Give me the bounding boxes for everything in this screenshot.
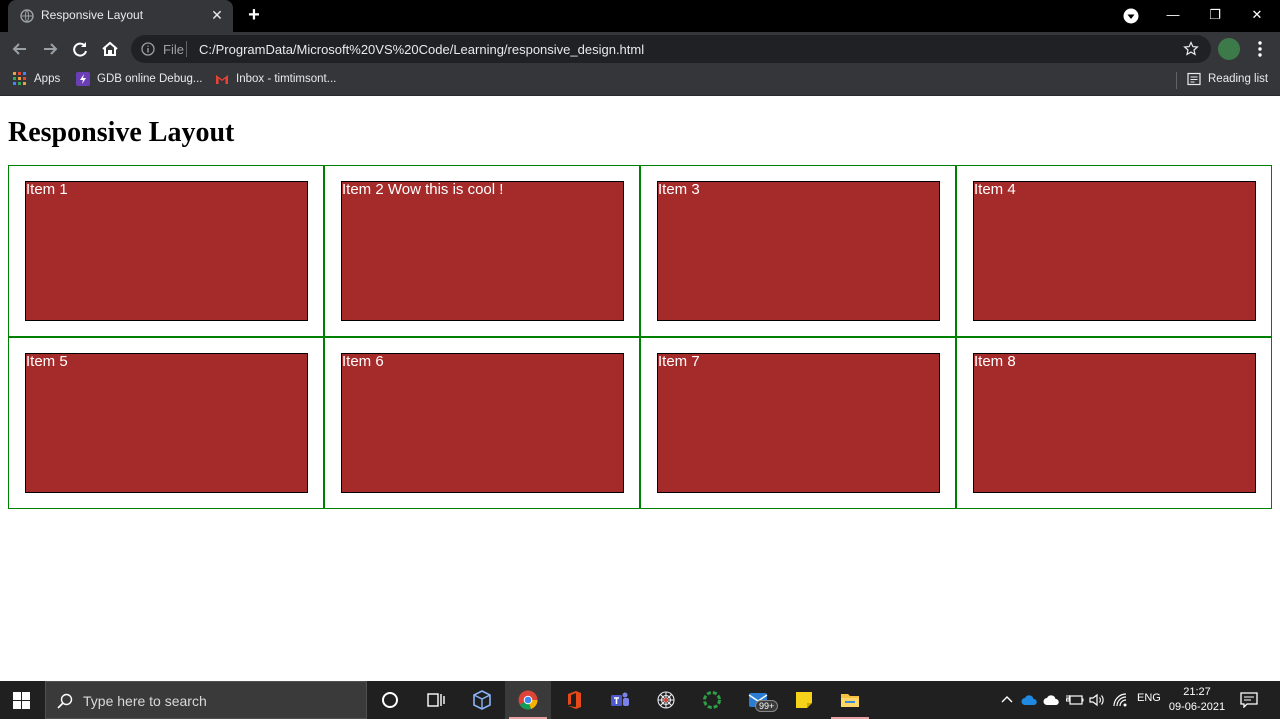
green-ring-icon bbox=[703, 691, 721, 709]
grid-cell-7: Item 7 bbox=[640, 337, 956, 509]
grid-cell-1: Item 1 bbox=[8, 165, 324, 337]
grid-cell-2: Item 2 Wow this is cool ! bbox=[324, 165, 640, 337]
taskbar-app-circle[interactable] bbox=[689, 681, 735, 719]
address-bar[interactable]: File C:/ProgramData/Microsoft%20VS%20Cod… bbox=[131, 35, 1211, 63]
bookmark-star-icon[interactable] bbox=[1183, 41, 1199, 57]
info-icon[interactable] bbox=[141, 42, 155, 56]
grid-cell-5: Item 5 bbox=[8, 337, 324, 509]
new-tab-button[interactable]: + bbox=[243, 4, 265, 26]
cube-icon bbox=[473, 690, 491, 710]
item-label: Item 4 bbox=[974, 181, 1016, 198]
tab-title: Responsive Layout bbox=[41, 8, 144, 22]
item-label: Item 7 bbox=[658, 353, 700, 370]
battery-icon[interactable] bbox=[1066, 693, 1084, 707]
item-box: Item 1 bbox=[25, 181, 308, 321]
item-box: Item 7 bbox=[657, 353, 940, 493]
item-box: Item 8 bbox=[973, 353, 1256, 493]
cortana-circle-icon bbox=[382, 692, 398, 708]
sticky-note-icon bbox=[796, 692, 812, 708]
reading-list-button[interactable]: Reading list bbox=[1187, 72, 1268, 88]
bookmark-gdb[interactable]: GDB online Debug... bbox=[76, 72, 202, 88]
task-view-button[interactable] bbox=[413, 681, 459, 719]
search-icon bbox=[57, 693, 73, 709]
item-label: Item 2 Wow this is cool ! bbox=[342, 181, 504, 198]
home-icon[interactable] bbox=[99, 38, 121, 60]
chrome-icon bbox=[518, 690, 538, 710]
restore-button[interactable]: ❐ bbox=[1192, 0, 1238, 30]
reload-icon[interactable] bbox=[69, 38, 91, 60]
language-indicator[interactable]: ENG bbox=[1137, 692, 1161, 704]
grid-cell-6: Item 6 bbox=[324, 337, 640, 509]
office-icon bbox=[568, 691, 581, 709]
speaker-icon[interactable] bbox=[1089, 693, 1105, 707]
grid-cell-4: Item 4 bbox=[956, 165, 1272, 337]
taskbar-app-chrome[interactable] bbox=[505, 681, 551, 719]
browser-titlebar: Responsive Layout ✕ + — ❐ ✕ bbox=[0, 0, 1280, 32]
taskbar-app-spider[interactable] bbox=[643, 681, 689, 719]
item-label: Item 5 bbox=[26, 353, 68, 370]
cloud-icon[interactable] bbox=[1043, 694, 1060, 706]
globe-icon bbox=[20, 9, 34, 23]
download-circle-icon[interactable] bbox=[1123, 8, 1139, 24]
more-options-icon[interactable] bbox=[1252, 40, 1268, 58]
item-grid: Item 1 Item 2 Wow this is cool ! Item 3 … bbox=[8, 165, 1272, 509]
taskbar-app-mail[interactable]: 99+ bbox=[735, 681, 781, 719]
apps-grid-icon bbox=[13, 72, 26, 85]
teams-icon bbox=[611, 692, 629, 706]
forward-arrow-icon[interactable] bbox=[39, 38, 61, 60]
item-label: Item 3 bbox=[658, 181, 700, 198]
reading-list-icon bbox=[1187, 72, 1201, 86]
taskbar-app-file-explorer[interactable] bbox=[827, 681, 873, 719]
clock-time: 21:27 bbox=[1183, 686, 1211, 698]
bookmarks-bar: Apps GDB online Debug... Inbox - timtims… bbox=[0, 65, 1280, 96]
item-box: Item 6 bbox=[341, 353, 624, 493]
taskbar-app-virtualbox[interactable] bbox=[459, 681, 505, 719]
scheme-label: File bbox=[163, 42, 184, 57]
item-box: Item 4 bbox=[973, 181, 1256, 321]
taskbar-app-office[interactable] bbox=[551, 681, 597, 719]
taskbar-clock[interactable]: 21:27 09-06-2021 bbox=[1168, 685, 1226, 715]
wifi-icon[interactable] bbox=[1113, 693, 1129, 707]
gdb-icon bbox=[76, 72, 90, 86]
grid-cell-8: Item 8 bbox=[956, 337, 1272, 509]
taskbar-app-sticky-notes[interactable] bbox=[781, 681, 827, 719]
bookmark-apps[interactable]: Apps bbox=[13, 72, 60, 88]
item-label: Item 6 bbox=[342, 353, 384, 370]
close-window-button[interactable]: ✕ bbox=[1234, 0, 1280, 30]
chevron-up-icon[interactable] bbox=[1001, 694, 1013, 706]
browser-tab[interactable]: Responsive Layout ✕ bbox=[8, 0, 233, 32]
tab-close-icon[interactable]: ✕ bbox=[208, 6, 226, 24]
grid-cell-3: Item 3 bbox=[640, 165, 956, 337]
bookmarks-divider bbox=[1176, 72, 1177, 89]
omnibox-divider bbox=[186, 41, 187, 57]
taskbar-search-box[interactable]: Type here to search bbox=[45, 681, 367, 719]
spider-web-icon bbox=[657, 691, 675, 709]
taskbar-app-teams[interactable] bbox=[597, 681, 643, 719]
url-text[interactable]: C:/ProgramData/Microsoft%20VS%20Code/Lea… bbox=[199, 42, 644, 57]
profile-avatar[interactable] bbox=[1218, 38, 1240, 60]
item-label: Item 1 bbox=[26, 181, 68, 198]
cortana-button[interactable] bbox=[367, 681, 413, 719]
item-box: Item 3 bbox=[657, 181, 940, 321]
bookmark-gmail[interactable]: Inbox - timtimsont... bbox=[215, 72, 336, 88]
onedrive-cloud-icon[interactable] bbox=[1021, 694, 1038, 706]
folder-icon bbox=[841, 694, 859, 707]
notification-center-icon[interactable] bbox=[1240, 692, 1258, 708]
item-box: Item 2 Wow this is cool ! bbox=[341, 181, 624, 321]
windows-taskbar: Type here to search 99+ ENG 21:27 09-06-… bbox=[0, 681, 1280, 719]
back-arrow-icon[interactable] bbox=[9, 38, 31, 60]
windows-start-icon[interactable] bbox=[13, 692, 30, 709]
search-placeholder: Type here to search bbox=[83, 693, 207, 709]
browser-toolbar: File C:/ProgramData/Microsoft%20VS%20Cod… bbox=[0, 32, 1280, 65]
item-label: Item 8 bbox=[974, 353, 1016, 370]
task-view-icon bbox=[427, 693, 445, 707]
minimize-button[interactable]: — bbox=[1150, 0, 1196, 30]
mail-badge: 99+ bbox=[755, 700, 779, 712]
page-title: Responsive Layout bbox=[8, 117, 235, 148]
clock-date: 09-06-2021 bbox=[1168, 701, 1226, 713]
item-box: Item 5 bbox=[25, 353, 308, 493]
gmail-icon bbox=[216, 75, 228, 84]
